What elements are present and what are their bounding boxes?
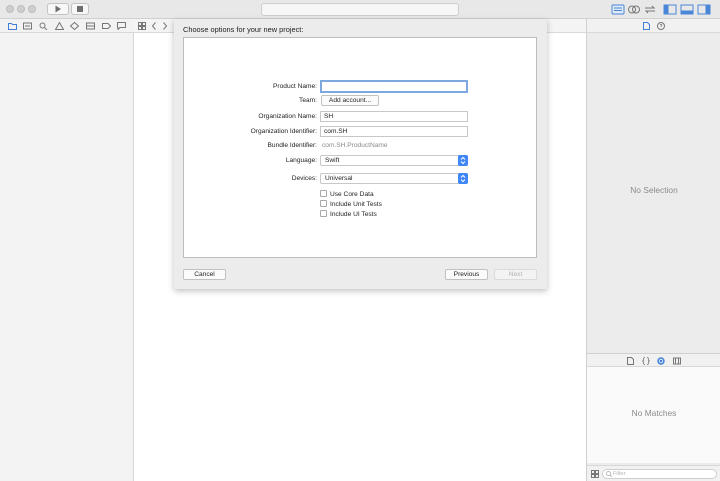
utilities-toggle-icon[interactable]: [697, 4, 711, 15]
filter-icon: [606, 471, 613, 480]
include-unit-tests-checkbox[interactable]: Include Unit Tests: [320, 200, 382, 209]
file-template-icon[interactable]: [627, 357, 634, 367]
language-label: Language:: [285, 157, 317, 164]
debug-toggle-icon[interactable]: [680, 4, 694, 15]
no-matches-text: No Matches: [631, 408, 677, 418]
stop-button[interactable]: [71, 3, 89, 15]
include-ui-tests-checkbox[interactable]: Include UI Tests: [320, 210, 377, 219]
use-core-data-checkbox[interactable]: Use Core Data: [320, 190, 374, 199]
new-project-sheet: Choose options for your new project: Pro…: [174, 19, 547, 289]
checkbox-label: Include Unit Tests: [330, 201, 382, 208]
related-items-icon[interactable]: [138, 22, 146, 32]
breakpoint-icon[interactable]: [102, 22, 112, 30]
help-inspector-icon[interactable]: [657, 22, 665, 32]
product-name-label: Product Name:: [273, 83, 317, 90]
search-icon[interactable]: [39, 22, 48, 31]
bundle-identifier-value: com.SH.ProductName: [322, 142, 388, 149]
team-label: Team:: [299, 97, 317, 104]
navigator-toggle-icon[interactable]: [663, 4, 677, 15]
minimize-window-button[interactable]: [17, 5, 25, 13]
issue-icon[interactable]: [54, 21, 65, 30]
library-filter-input[interactable]: Filter: [602, 469, 717, 479]
chevron-left-icon[interactable]: [151, 22, 157, 32]
folder-icon[interactable]: [8, 22, 17, 30]
object-library-icon[interactable]: [657, 357, 665, 367]
next-button[interactable]: Next: [494, 269, 537, 280]
standard-editor-icon[interactable]: [611, 4, 625, 15]
chevron-right-icon[interactable]: [162, 22, 168, 32]
checkbox-box[interactable]: [320, 190, 327, 197]
report-icon[interactable]: [117, 22, 126, 31]
play-icon: [55, 5, 61, 13]
checkbox-box[interactable]: [320, 210, 327, 217]
run-button[interactable]: [47, 3, 69, 15]
product-name-field[interactable]: [320, 80, 468, 93]
zoom-window-button[interactable]: [28, 5, 36, 13]
options-panel: Product Name: Team: Organization Name: O…: [183, 37, 537, 258]
version-editor-icon[interactable]: [643, 4, 657, 15]
test-icon[interactable]: [69, 21, 80, 31]
symbol-icon[interactable]: [23, 22, 32, 30]
file-inspector-icon[interactable]: [643, 22, 650, 32]
filter-placeholder: Filter: [613, 471, 626, 477]
organization-name-label: Organization Name:: [258, 113, 317, 120]
add-account-button[interactable]: Add account...: [321, 95, 379, 106]
checkbox-box[interactable]: [320, 200, 327, 207]
library-filter-bar: Filter: [587, 465, 720, 481]
activity-viewer: [261, 3, 459, 16]
stop-icon: [77, 6, 83, 12]
code-snippet-icon[interactable]: [641, 357, 651, 367]
label-column: Product Name: Team: Organization Name: O…: [184, 38, 317, 259]
devices-popup[interactable]: Universal: [320, 173, 468, 184]
navigator-selector-bar: [0, 19, 134, 33]
language-popup[interactable]: Swift: [320, 155, 468, 166]
window-toolbar: [0, 0, 720, 19]
project-navigator: [0, 19, 134, 481]
checkbox-label: Include UI Tests: [330, 211, 377, 218]
close-window-button[interactable]: [6, 5, 14, 13]
sheet-title: Choose options for your new project:: [183, 25, 304, 34]
media-library-icon[interactable]: [673, 357, 681, 367]
checkbox-label: Use Core Data: [330, 191, 374, 198]
inspector-selector-bar: [587, 19, 720, 33]
no-selection-text: No Selection: [630, 185, 678, 195]
organization-name-field[interactable]: SH: [320, 111, 468, 122]
bundle-identifier-label: Bundle Identifier:: [267, 142, 318, 149]
organization-identifier-field[interactable]: com.SH: [320, 126, 468, 137]
language-value: Swift: [325, 157, 340, 164]
utilities-area: No Selection No Matches Filter: [586, 19, 720, 481]
popup-arrows-icon: [458, 155, 468, 166]
library-selector-bar: [587, 353, 720, 367]
cancel-button[interactable]: Cancel: [183, 269, 226, 280]
assistant-editor-icon[interactable]: [627, 4, 641, 15]
popup-arrows-icon: [458, 173, 468, 184]
organization-identifier-label: Organization Identifier:: [250, 128, 317, 135]
debug-icon[interactable]: [86, 22, 95, 30]
devices-value: Universal: [325, 175, 353, 182]
devices-label: Devices:: [291, 175, 317, 182]
previous-button[interactable]: Previous: [445, 269, 488, 280]
grid-view-icon[interactable]: [591, 470, 599, 480]
